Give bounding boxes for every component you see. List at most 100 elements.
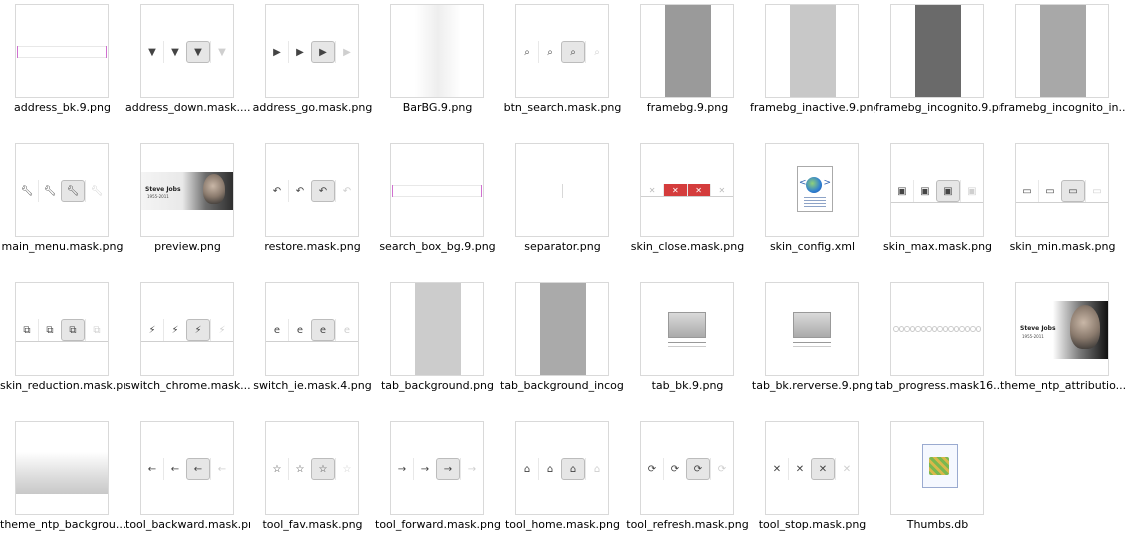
file-name[interactable]: switch_chrome.mask.... (125, 379, 250, 393)
file-item[interactable]: address_bk.9.png (0, 0, 125, 139)
file-thumbnail[interactable]: 🔧︎ 🔧︎ 🔧︎ 🔧︎ (15, 143, 109, 237)
file-thumbnail[interactable]: ▶ ▶ ▶ ▶ (265, 4, 359, 98)
file-thumbnail[interactable] (390, 143, 484, 237)
file-item[interactable]: ⌂ ⌂ ⌂ ⌂ tool_home.mask.png (500, 417, 625, 556)
file-thumbnail[interactable] (765, 4, 859, 98)
file-thumbnail[interactable] (1015, 4, 1109, 98)
file-name[interactable]: btn_search.mask.png (500, 101, 625, 115)
file-name[interactable]: tab_bk.9.png (625, 379, 750, 393)
file-thumbnail[interactable]: Steve Jobs 1955-2011 (1015, 282, 1109, 376)
file-name[interactable]: tool_stop.mask.png (750, 518, 875, 532)
file-name[interactable]: skin_min.mask.png (1000, 240, 1125, 254)
file-thumbnail[interactable]: → → → → (390, 421, 484, 515)
file-item[interactable]: ⟳ ⟳ ⟳ ⟳ tool_refresh.mask.png (625, 417, 750, 556)
file-item[interactable]: framebg_incognito.9.png (875, 0, 1000, 139)
file-item[interactable]: Thumbs.db (875, 417, 1000, 556)
file-name[interactable]: skin_config.xml (750, 240, 875, 254)
file-thumbnail[interactable] (890, 421, 984, 515)
file-name[interactable]: tool_backward.mask.png (125, 518, 250, 532)
file-thumbnail[interactable]: Steve Jobs 1955-2011 (140, 143, 234, 237)
file-item[interactable]: ▣ ▣ ▣ ▣ skin_max.mask.png (875, 139, 1000, 278)
file-item[interactable]: ▭ ▭ ▭ ▭ skin_min.mask.png (1000, 139, 1125, 278)
file-name[interactable]: tab_progress.mask16.... (875, 379, 1000, 393)
file-name[interactable]: address_bk.9.png (0, 101, 125, 115)
file-name[interactable]: tool_fav.mask.png (250, 518, 375, 532)
file-thumbnail[interactable] (640, 4, 734, 98)
file-item[interactable]: theme_ntp_backgrou... (0, 417, 125, 556)
file-name[interactable]: theme_ntp_backgrou... (0, 518, 125, 532)
file-item[interactable]: ← ← ← ← tool_backward.mask.png (125, 417, 250, 556)
file-name[interactable]: tool_forward.mask.png (375, 518, 500, 532)
file-item[interactable]: ✕ ✕ ✕ ✕ tool_stop.mask.png (750, 417, 875, 556)
file-thumbnail[interactable]: ▣ ▣ ▣ ▣ (890, 143, 984, 237)
file-thumbnail[interactable] (890, 282, 984, 376)
file-item[interactable]: BarBG.9.png (375, 0, 500, 139)
file-item[interactable]: 🔧︎ 🔧︎ 🔧︎ 🔧︎ main_menu.mask.png (0, 139, 125, 278)
file-item[interactable]: tab_bk.9.png (625, 278, 750, 417)
file-thumbnail[interactable]: ← ← ← ← (140, 421, 234, 515)
file-thumbnail[interactable] (765, 282, 859, 376)
file-name[interactable]: address_go.mask.png (250, 101, 375, 115)
file-item[interactable]: ▼ ▼ ▼ ▼ address_down.mask.... (125, 0, 250, 139)
file-name[interactable]: restore.mask.png (250, 240, 375, 254)
file-name[interactable]: theme_ntp_attributio... (1000, 379, 1125, 393)
file-item[interactable]: search_box_bg.9.png (375, 139, 500, 278)
file-item[interactable]: framebg_inactive.9.png (750, 0, 875, 139)
file-name[interactable]: skin_max.mask.png (875, 240, 1000, 254)
file-thumbnail[interactable]: eeee (265, 282, 359, 376)
file-item[interactable]: ⌕ ⌕ ⌕ ⌕ btn_search.mask.png (500, 0, 625, 139)
file-thumbnail[interactable]: < > (765, 143, 859, 237)
file-thumbnail[interactable]: ▭ ▭ ▭ ▭ (1015, 143, 1109, 237)
file-thumbnail[interactable]: ⧉ ⧉ ⧉ ⧉ (15, 282, 109, 376)
file-name[interactable]: framebg_inactive.9.png (750, 101, 875, 115)
file-thumbnail[interactable]: ▼ ▼ ▼ ▼ (140, 4, 234, 98)
file-name[interactable]: tab_bk.rerverse.9.png (750, 379, 875, 393)
file-thumbnail[interactable]: ⟳ ⟳ ⟳ ⟳ (640, 421, 734, 515)
file-item[interactable]: ✕ ✕ ✕ ✕ skin_close.mask.png (625, 139, 750, 278)
file-name[interactable]: tool_refresh.mask.png (625, 518, 750, 532)
file-item[interactable]: < > skin_config.xml (750, 139, 875, 278)
file-name[interactable]: framebg.9.png (625, 101, 750, 115)
file-item[interactable]: framebg_incognito_in... (1000, 0, 1125, 139)
file-item[interactable]: ⚡ ⚡ ⚡ ⚡ switch_chrome.mask.... (125, 278, 250, 417)
file-name[interactable]: address_down.mask.... (125, 101, 250, 115)
file-name[interactable]: Thumbs.db (875, 518, 1000, 532)
file-thumbnail[interactable]: ☆ ☆ ☆ ☆ (265, 421, 359, 515)
file-item[interactable]: tab_progress.mask16.... (875, 278, 1000, 417)
file-item[interactable]: ☆ ☆ ☆ ☆ tool_fav.mask.png (250, 417, 375, 556)
file-item[interactable]: separator.png (500, 139, 625, 278)
file-thumbnail[interactable] (390, 282, 484, 376)
file-thumbnail[interactable]: ⌕ ⌕ ⌕ ⌕ (515, 4, 609, 98)
file-thumbnail[interactable] (515, 143, 609, 237)
file-thumbnail[interactable] (15, 421, 109, 515)
file-name[interactable]: BarBG.9.png (375, 101, 500, 115)
file-thumbnail[interactable] (890, 4, 984, 98)
file-name[interactable]: main_menu.mask.png (0, 240, 125, 254)
file-item[interactable]: → → → → tool_forward.mask.png (375, 417, 500, 556)
file-thumbnail[interactable] (390, 4, 484, 98)
file-thumbnail[interactable]: ✕ ✕ ✕ ✕ (765, 421, 859, 515)
file-item[interactable]: ↶ ↶ ↶ ↶ restore.mask.png (250, 139, 375, 278)
file-name[interactable]: search_box_bg.9.png (375, 240, 500, 254)
file-item[interactable]: tab_background_incog... (500, 278, 625, 417)
file-item[interactable]: framebg.9.png (625, 0, 750, 139)
file-thumbnail[interactable] (515, 282, 609, 376)
file-thumbnail[interactable] (640, 282, 734, 376)
file-item[interactable]: tab_background.png (375, 278, 500, 417)
file-name[interactable]: separator.png (500, 240, 625, 254)
file-name[interactable]: tool_home.mask.png (500, 518, 625, 532)
file-name[interactable]: skin_close.mask.png (625, 240, 750, 254)
file-item[interactable]: ⧉ ⧉ ⧉ ⧉ skin_reduction.mask.png (0, 278, 125, 417)
file-name[interactable]: framebg_incognito.9.png (875, 101, 1000, 115)
file-name[interactable]: framebg_incognito_in... (1000, 101, 1125, 115)
file-name[interactable]: preview.png (125, 240, 250, 254)
file-thumbnail[interactable]: ✕ ✕ ✕ ✕ (640, 143, 734, 237)
file-name[interactable]: tab_background_incog... (500, 379, 625, 393)
file-thumbnail[interactable]: ⚡ ⚡ ⚡ ⚡ (140, 282, 234, 376)
file-item[interactable]: Steve Jobs 1955-2011 theme_ntp_attributio.… (1000, 278, 1125, 417)
file-thumbnail[interactable] (15, 4, 109, 98)
file-name[interactable]: switch_ie.mask.4.png (250, 379, 375, 393)
file-item[interactable]: Steve Jobs 1955-2011 preview.png (125, 139, 250, 278)
file-item[interactable]: tab_bk.rerverse.9.png (750, 278, 875, 417)
file-item[interactable]: ▶ ▶ ▶ ▶ address_go.mask.png (250, 0, 375, 139)
